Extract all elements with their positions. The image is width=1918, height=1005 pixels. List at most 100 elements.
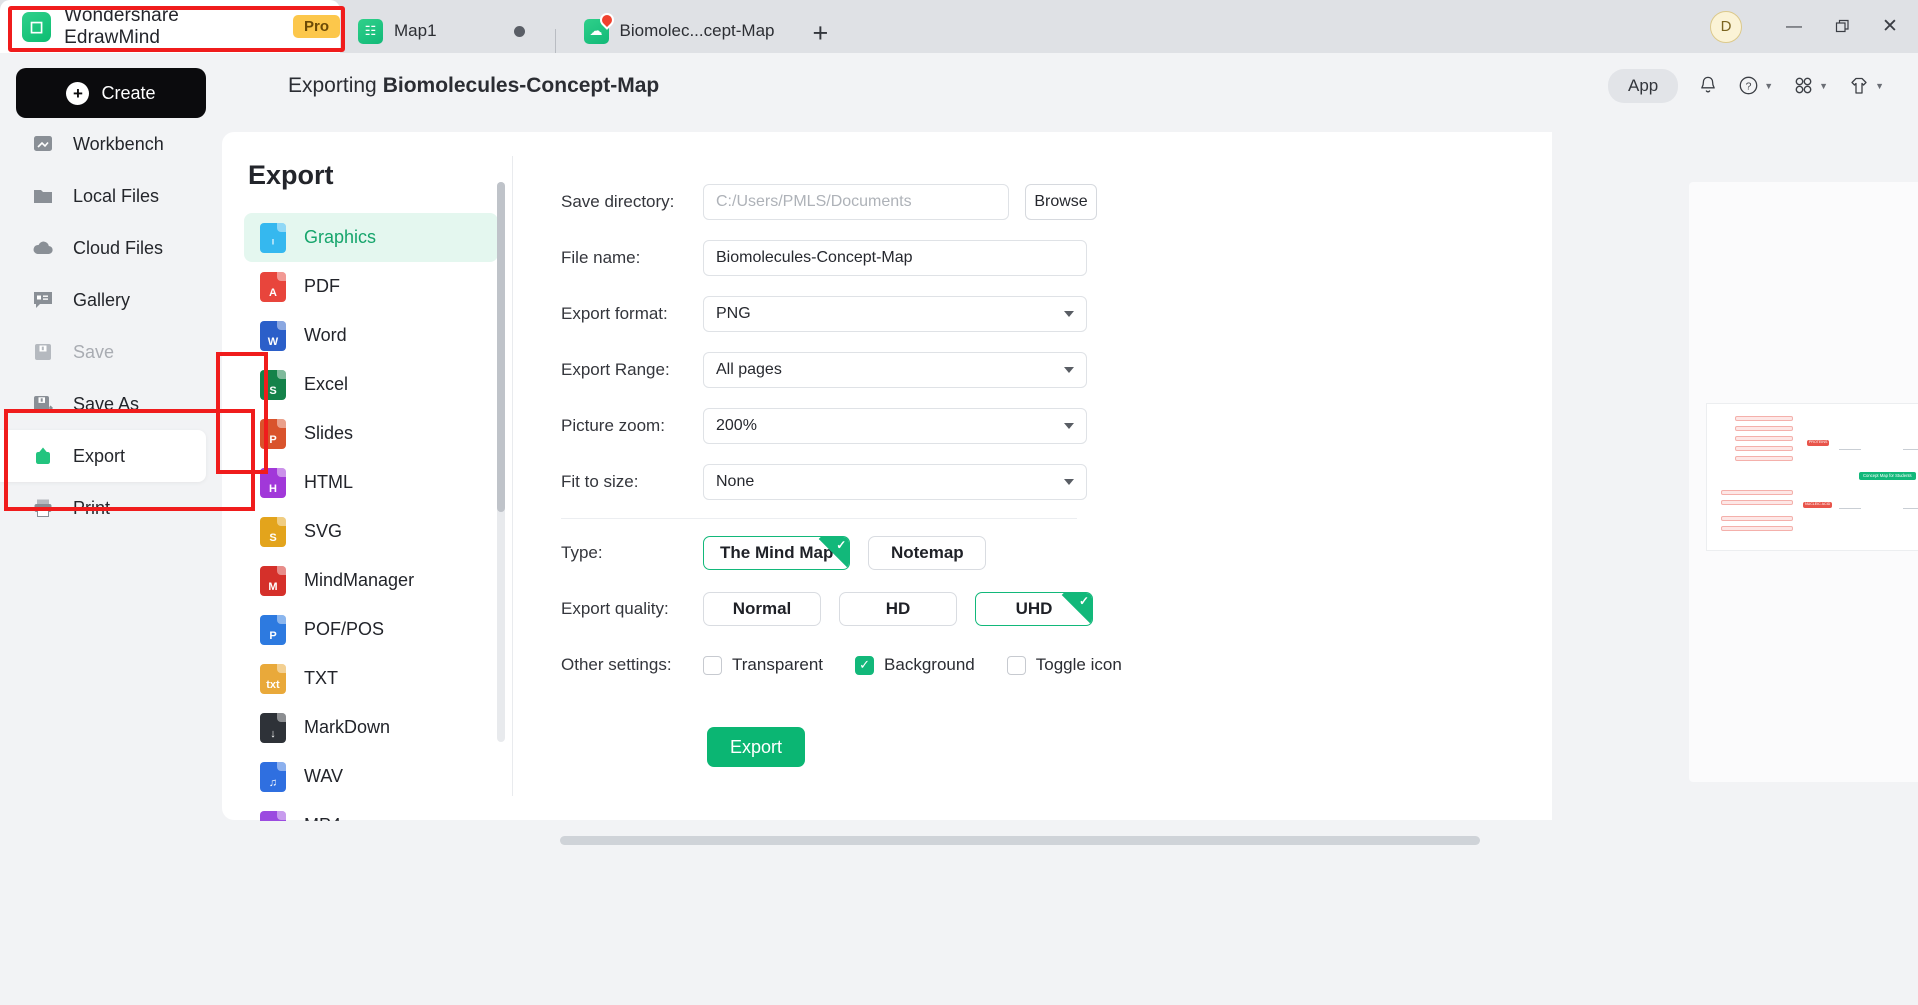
format-file-icon: ↓ [260,712,286,743]
format-list-scrollbar[interactable] [497,182,505,742]
format-item-mindmanager[interactable]: M MindManager [244,556,498,605]
window-controls-group: D — ✕ [1710,0,1918,53]
workbench-icon [30,132,56,156]
format-item-html[interactable]: H HTML [244,458,498,507]
format-item-markdown[interactable]: ↓ MarkDown [244,703,498,752]
avatar[interactable]: D [1710,10,1742,43]
checkbox-background[interactable]: ✓ Background [855,655,975,675]
file-name-input[interactable]: Biomolecules-Concept-Map [703,240,1087,276]
sidebar-item-label: Print [73,497,111,518]
minimize-button[interactable]: — [1770,0,1818,53]
format-item-excel[interactable]: S Excel [244,360,498,409]
save-directory-label: Save directory: [561,192,675,211]
type-option-the-mind-map[interactable]: The Mind Map ✓ [703,536,851,570]
quality-option-uhd[interactable]: UHD ✓ [975,592,1093,626]
format-item-txt[interactable]: txt TXT [244,654,498,703]
sidebar-item-local-files[interactable]: Local Files [0,170,222,222]
format-file-icon: ᴵ [260,222,286,253]
row-export-format: Export format: PNG [561,292,1552,336]
page-title: Exporting Biomolecules-Concept-Map [288,74,659,98]
sidebar: + Create Workbench Local Files Cloud Fil… [0,68,255,1005]
new-tab-button[interactable]: + [794,20,846,53]
sidebar-item-print[interactable]: Print [0,482,222,534]
row-type: Type: The Mind Map ✓ Notemap [561,531,1552,575]
tab-biomolecules[interactable]: ☁ Biomolec...cept-Map [566,9,795,53]
pin-marker-icon [596,9,617,30]
checkbox-box[interactable]: ✓ [855,655,875,675]
browse-button[interactable]: Browse [1025,184,1097,220]
preview-center-node: Concept Map for Students [1859,472,1916,481]
format-item-svg[interactable]: S SVG [244,507,498,556]
preview-branch-proteins: PROTEINS [1807,440,1830,446]
export-range-select[interactable]: All pages [703,352,1087,388]
checkbox-transparent[interactable]: Transparent [703,655,823,675]
export-content-card: Export ᴵ Graphics A PDF W Word S Excel P Slides H H… [216,132,1918,821]
export-format-list[interactable]: ᴵ Graphics A PDF W Word S Excel P Slides H HTML S SVG… [222,213,512,821]
checkbox-box[interactable] [1006,655,1026,675]
sidebar-item-label: Save As [73,393,140,414]
preview-branch-nucleic-acid: NUCLEIC ACID [1803,502,1833,508]
tab-map1[interactable]: ☷ Map1 [340,9,545,53]
chevron-down-icon: ▼ [1819,80,1829,91]
row-file-name: File name: Biomolecules-Concept-Map [561,236,1552,280]
checkbox-toggle-icon[interactable]: Toggle icon [1006,655,1122,675]
format-item-word[interactable]: W Word [244,311,498,360]
svg-text:?: ? [1746,81,1752,93]
gallery-icon [30,288,56,312]
export-button[interactable]: Export [707,727,805,767]
close-button[interactable]: ✕ [1866,0,1914,53]
brand-tab[interactable]: ◻ Wondershare EdrawMind Pro [0,0,345,53]
check-icon: ✓ [836,538,847,552]
sidebar-item-label: Local Files [73,185,160,206]
format-item-label: MP4 [304,815,341,821]
checkbox-box[interactable] [703,655,722,675]
save-directory-input[interactable]: C:/Users/PMLS/Documents [703,184,1009,220]
format-item-pdf[interactable]: A PDF [244,262,498,311]
export-format-select[interactable]: PNG [703,296,1087,332]
format-item-wav[interactable]: ♫ WAV [244,752,498,801]
horizontal-scrollbar[interactable] [560,836,1480,845]
apps-grid-button[interactable]: ▼ [1793,75,1828,96]
sidebar-item-gallery[interactable]: Gallery [0,274,222,326]
format-file-icon: H [260,467,286,498]
export-quality-label: Export quality: [561,599,669,618]
sidebar-item-export[interactable]: Export [0,430,206,482]
row-other-settings: Other settings: Transparent ✓ Background… [561,643,1552,687]
create-button[interactable]: + Create [16,68,206,118]
cloud-doc-icon: ☁ [583,9,617,44]
format-item-label: TXT [304,668,338,688]
chevron-down-icon: ▼ [1875,80,1884,91]
sidebar-item-save[interactable]: Save [0,326,222,378]
format-item-label: PDF [304,276,340,296]
sidebar-item-workbench[interactable]: Workbench [0,118,222,170]
fit-to-size-select[interactable]: None [703,464,1087,500]
picture-zoom-select[interactable]: 200% [703,408,1087,444]
format-file-icon: W [260,320,286,351]
other-settings-label: Other settings: [561,655,672,674]
format-item-pof-pos[interactable]: P POF/POS [244,605,498,654]
checkbox-label: Toggle icon [1035,655,1122,674]
sidebar-item-cloud-files[interactable]: Cloud Files [0,222,222,274]
sidebar-item-label: Export [73,445,126,466]
bell-icon [1701,76,1715,93]
type-label: Type: [561,543,603,562]
export-panel-title: Export [248,160,334,190]
quality-option-normal[interactable]: Normal [703,592,821,626]
type-option-notemap[interactable]: Notemap [868,536,987,570]
create-button-label: Create [101,82,156,103]
notifications-button[interactable] [1698,75,1718,96]
help-button[interactable]: ? ▼ [1738,75,1773,96]
row-export-range: Export Range: All pages [561,348,1552,392]
quality-option-hd[interactable]: HD [839,592,957,626]
theme-button[interactable]: ▼ [1848,76,1884,96]
format-item-slides[interactable]: P Slides [244,409,498,458]
format-item-graphics[interactable]: ᴵ Graphics [244,213,498,262]
row-fit-to-size: Fit to size: None [561,460,1552,504]
type-option-label: Notemap [890,543,964,562]
sidebar-item-save-as[interactable]: Save As [0,378,222,430]
format-item-mp4[interactable]: ▶ MP4 [244,801,498,821]
maximize-button[interactable] [1818,0,1866,53]
app-switch-button[interactable]: App [1607,68,1679,103]
plus-icon: + [66,81,90,105]
quality-option-label: Normal [732,599,792,618]
